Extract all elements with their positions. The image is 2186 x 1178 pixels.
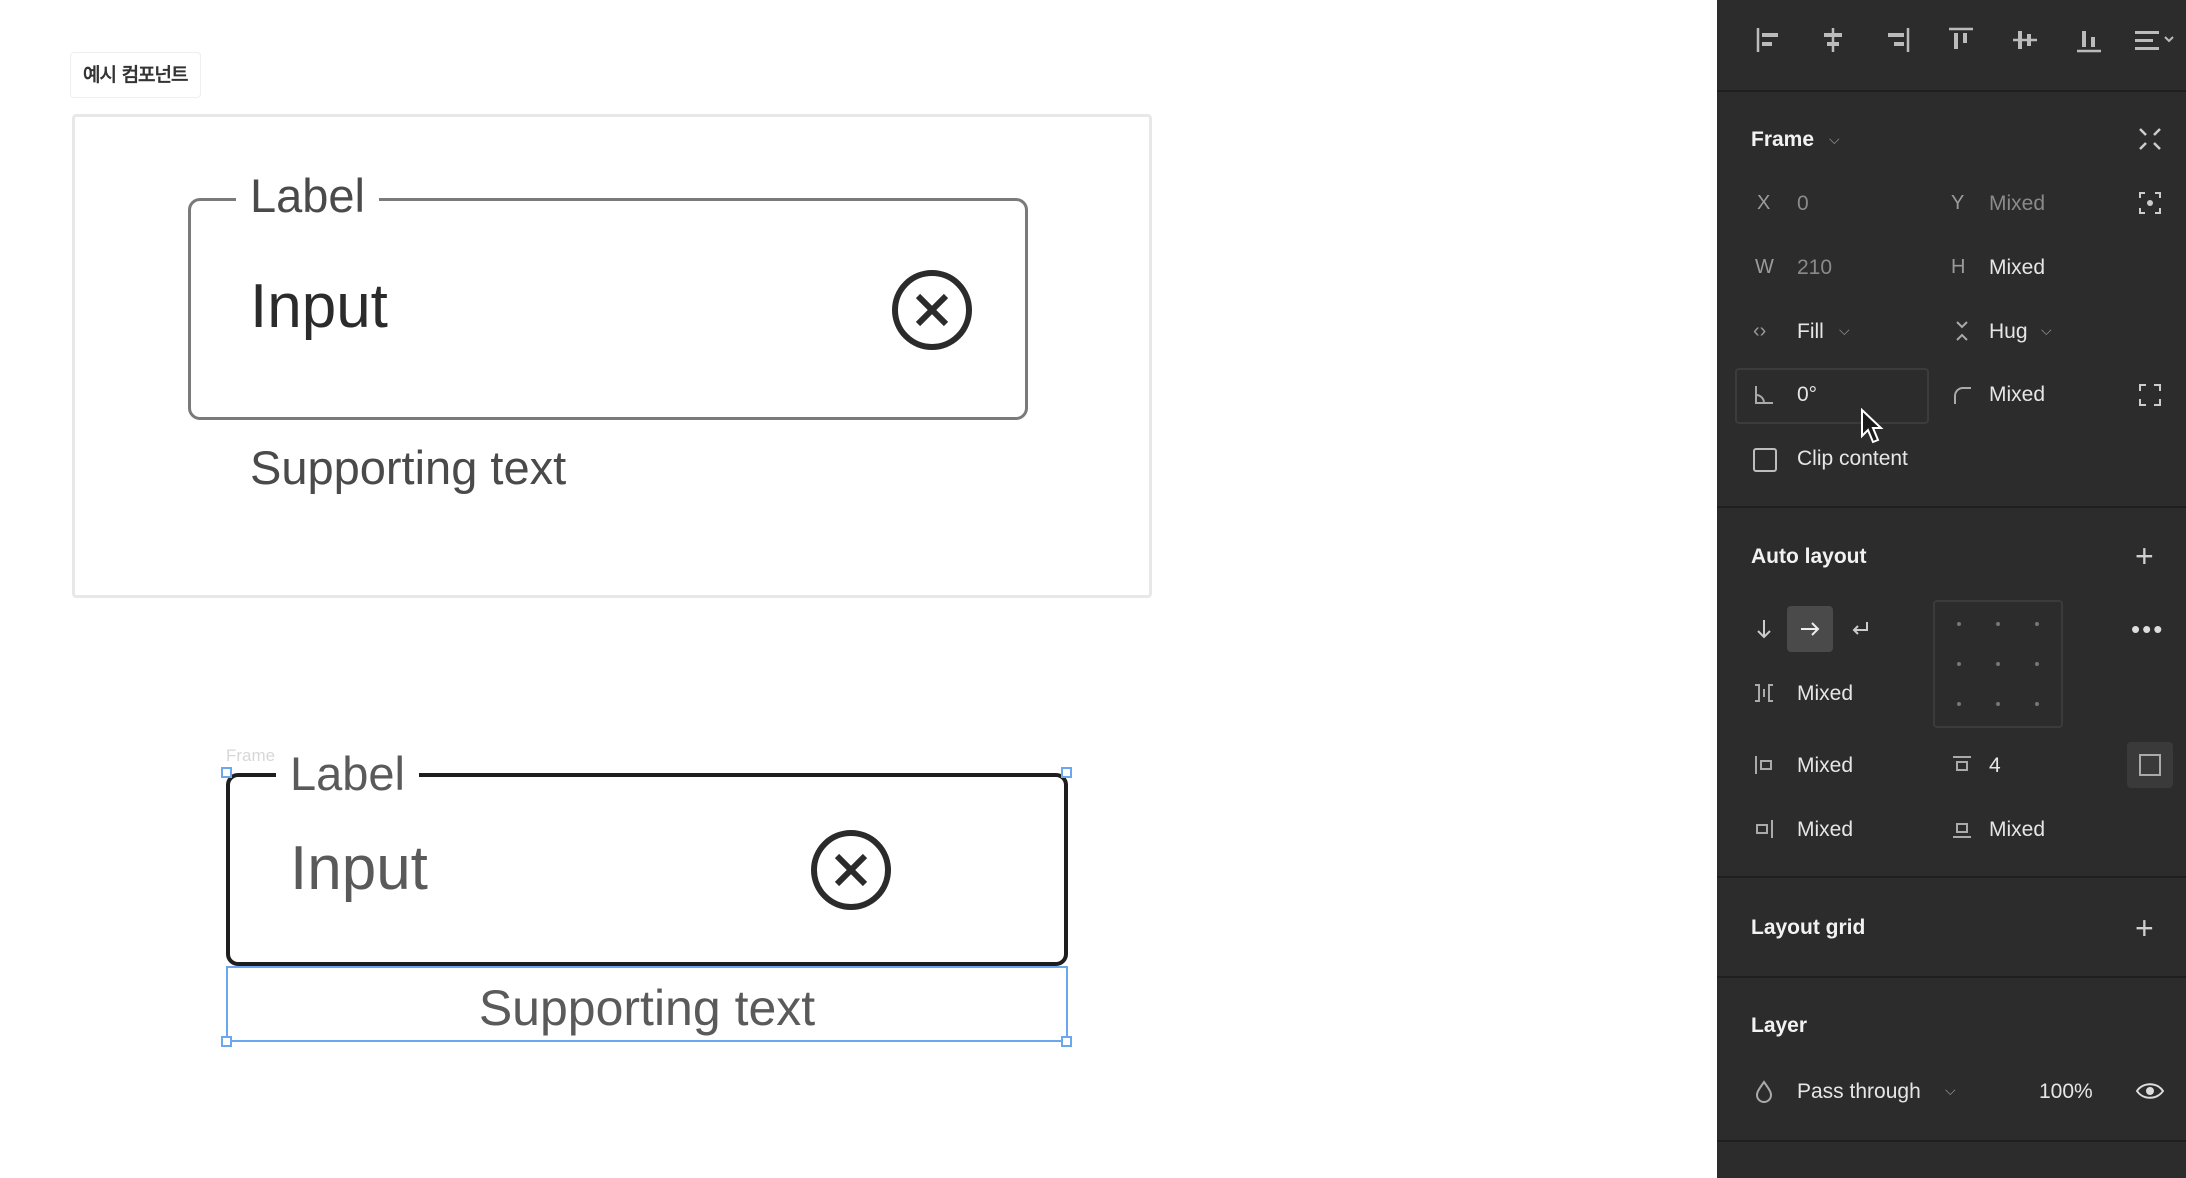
vertical-resizing-icon — [1956, 321, 1968, 341]
alignment-grid[interactable] — [1933, 600, 2063, 728]
blend-mode-select[interactable]: Pass through — [1797, 1080, 1921, 1104]
padding-left-input[interactable]: Mixed — [1797, 754, 1853, 778]
independent-corners-icon[interactable] — [2137, 382, 2163, 408]
mouse-cursor-icon — [1861, 408, 1884, 444]
align-horizontal-center-icon[interactable] — [1815, 22, 1851, 58]
clip-content-label[interactable]: Clip content — [1797, 447, 1908, 471]
vertical-resizing-select[interactable]: Hug — [1989, 320, 2028, 344]
padding-top-input[interactable]: 4 — [1989, 754, 2001, 778]
horizontal-resizing-select[interactable]: Fill — [1797, 320, 1824, 344]
h-label: H — [1951, 256, 1966, 278]
opacity-input[interactable]: 100% — [2039, 1080, 2093, 1104]
align-vertical-center-icon[interactable] — [2007, 22, 2043, 58]
text-field-2-input[interactable]: Input — [290, 832, 428, 906]
add-layout-grid-icon[interactable]: + — [2135, 912, 2154, 944]
chevron-down-icon[interactable]: ⌵ — [1839, 322, 1850, 339]
padding-bottom-input[interactable]: Mixed — [1989, 818, 2045, 842]
horizontal-direction-icon — [1801, 622, 1820, 636]
item-spacing-input[interactable]: Mixed — [1797, 682, 1853, 706]
x-input[interactable]: 0 — [1797, 192, 1809, 216]
h-input[interactable]: Mixed — [1989, 256, 2045, 280]
padding-left-icon — [1755, 756, 1772, 774]
resize-handle-top-left[interactable] — [221, 767, 232, 778]
padding-bottom-icon — [1953, 823, 1971, 838]
resize-handle-top-right[interactable] — [1061, 767, 1072, 778]
w-label: W — [1755, 256, 1774, 278]
layout-grid-title: Layout grid — [1751, 916, 1866, 939]
text-field-1-input[interactable]: Input — [250, 270, 388, 344]
canvas[interactable]: 예시 컴포넌트 Label Input Supporting text Fram… — [0, 0, 1717, 1178]
horizontal-resizing-icon: ‹› — [1753, 320, 1767, 342]
w-input[interactable]: 210 — [1797, 256, 1832, 280]
clip-content-checkbox[interactable] — [1753, 448, 1777, 472]
align-left-icon[interactable] — [1751, 22, 1787, 58]
text-field-2-label: Label — [276, 746, 419, 802]
text-field-1-label: Label — [236, 168, 379, 224]
chevron-down-icon[interactable]: ⌵ — [1945, 1082, 1956, 1099]
corner-radius-icon — [1954, 387, 1971, 404]
text-field-2-supporting-text: Supporting text — [478, 980, 816, 1036]
resize-to-fit-icon[interactable] — [2137, 126, 2163, 152]
add-auto-layout-icon[interactable]: + — [2135, 540, 2154, 572]
rotation-input[interactable]: 0° — [1797, 383, 1817, 407]
alignment-dots-icon[interactable] — [1935, 602, 2061, 726]
chevron-down-icon[interactable]: ⌵ — [2041, 322, 2052, 339]
resize-handle-bottom-left[interactable] — [221, 1036, 232, 1047]
corner-radius-input[interactable]: Mixed — [1989, 383, 2045, 407]
clear-icon[interactable] — [890, 268, 974, 352]
layer-title: Layer — [1751, 1014, 1808, 1037]
y-input[interactable]: Mixed — [1989, 192, 2045, 216]
independent-padding-button[interactable] — [2127, 742, 2173, 788]
padding-right-input[interactable]: Mixed — [1797, 818, 1853, 842]
eye-icon[interactable] — [2135, 1078, 2165, 1104]
more-options-icon[interactable]: ••• — [2131, 614, 2164, 645]
design-panel: Frame ⌵ X 0 Y Mixed W 210 H Mixed ‹› Fil… — [1717, 0, 2186, 1178]
resize-handle-bottom-right[interactable] — [1061, 1036, 1072, 1047]
independent-padding-icon — [2139, 754, 2161, 776]
align-top-icon[interactable] — [1943, 22, 1979, 58]
example-component-tag[interactable]: 예시 컴포넌트 — [70, 52, 201, 98]
text-field-1-supporting-text: Supporting text — [250, 441, 567, 494]
clear-icon[interactable] — [809, 828, 893, 912]
align-right-icon[interactable] — [1879, 22, 1915, 58]
align-bottom-icon[interactable] — [2071, 22, 2107, 58]
blend-mode-icon — [1755, 1080, 1773, 1103]
distribute-menu-icon[interactable] — [2129, 22, 2179, 58]
absolute-position-icon[interactable] — [2137, 190, 2163, 216]
y-label: Y — [1951, 192, 1965, 214]
x-label: X — [1757, 192, 1771, 214]
auto-layout-title: Auto layout — [1751, 545, 1867, 568]
padding-right-icon — [1756, 820, 1773, 838]
rotation-icon — [1755, 386, 1773, 404]
wrap-icon[interactable] — [1847, 616, 1873, 642]
vertical-direction-icon[interactable] — [1751, 616, 1777, 642]
frame-section-title[interactable]: Frame — [1751, 128, 1814, 152]
chevron-down-icon[interactable]: ⌵ — [1829, 131, 1840, 148]
padding-top-icon — [1953, 756, 1971, 771]
item-spacing-icon — [1755, 684, 1773, 702]
